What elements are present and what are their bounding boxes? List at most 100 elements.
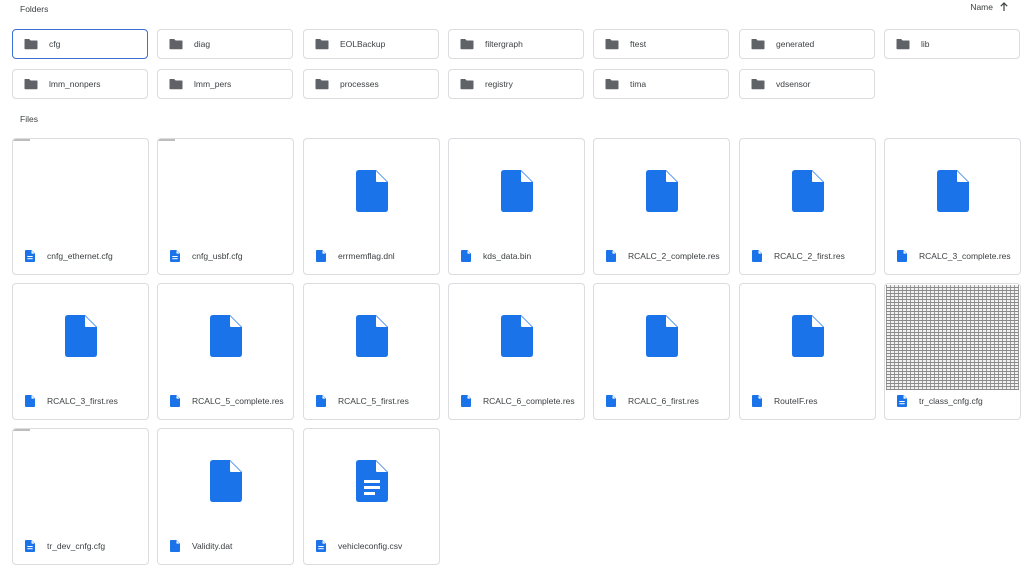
folder-filtergraph[interactable]: filtergraph: [448, 29, 584, 59]
file-name: RCALC_5_first.res: [338, 396, 409, 406]
file-name: tr_class_cnfg.cfg: [919, 396, 983, 406]
file-tile[interactable]: RCALC_6_complete.res: [448, 283, 585, 420]
folder-icon: [315, 39, 329, 50]
file-name-bar: RCALC_2_first.res: [740, 238, 875, 274]
sort-by-name-button[interactable]: Name: [970, 2, 1009, 12]
folder-icon: [460, 39, 474, 50]
file-tile[interactable]: RCALC_2_complete.res: [593, 138, 730, 275]
file-name: RCALC_2_first.res: [774, 251, 845, 261]
file-name: RouteIF.res: [774, 396, 818, 406]
file-icon: [209, 315, 242, 357]
folder-label: tima: [630, 79, 647, 89]
doc-lines-icon: [170, 250, 180, 262]
folder-label: cfg: [49, 39, 61, 49]
file-tile[interactable]: tr_class_cnfg.cfg: [884, 283, 1021, 420]
file-tile[interactable]: kds_data.bin: [448, 138, 585, 275]
file-tile[interactable]: vehicleconfig.csv: [303, 428, 440, 565]
file-tile[interactable]: RouteIF.res: [739, 283, 876, 420]
file-icon: [64, 315, 97, 357]
file-tile[interactable]: RCALC_5_first.res: [303, 283, 440, 420]
file-icon: [645, 170, 678, 212]
folder-label: lib: [921, 39, 930, 49]
file-tile[interactable]: cnfg_usbf.cfg: [157, 138, 294, 275]
file-tile[interactable]: RCALC_3_first.res: [12, 283, 149, 420]
file-name: vehicleconfig.csv: [338, 541, 403, 551]
files-header: Files: [20, 114, 38, 124]
folder-label: ftest: [630, 39, 647, 49]
file-name: RCALC_3_complete.res: [919, 251, 1011, 261]
file-icon: [500, 170, 533, 212]
folder-label: EOLBackup: [340, 39, 386, 49]
file-tile[interactable]: RCALC_5_complete.res: [157, 283, 294, 420]
folder-icon: [751, 39, 765, 50]
folder-diag[interactable]: diag: [157, 29, 293, 59]
file-icon: [897, 250, 907, 262]
folder-icon: [751, 79, 765, 90]
file-icon: [791, 315, 824, 357]
file-tile[interactable]: RCALC_3_complete.res: [884, 138, 1021, 275]
file-name: RCALC_2_complete.res: [628, 251, 720, 261]
folder-icon: [460, 79, 474, 90]
doc-lines-icon: [25, 250, 35, 262]
folder-vdsensor[interactable]: vdsensor: [739, 69, 875, 99]
blank-preview: [158, 139, 175, 141]
arrow-up-icon: [1000, 2, 1008, 11]
folder-icon: [169, 79, 183, 90]
folder-icon: [169, 39, 183, 50]
file-icon: [606, 250, 616, 262]
file-tile[interactable]: Validity.dat: [157, 428, 294, 565]
file-icon: [936, 170, 969, 212]
sort-label: Name: [970, 2, 993, 12]
file-name-bar: RCALC_3_first.res: [13, 383, 148, 419]
doc-lines-icon: [25, 540, 35, 552]
file-tile[interactable]: RCALC_6_first.res: [593, 283, 730, 420]
file-tile[interactable]: errmemflag.dnl: [303, 138, 440, 275]
blank-preview: [13, 429, 30, 431]
file-name-bar: RCALC_2_complete.res: [594, 238, 729, 274]
file-icon: [170, 395, 180, 407]
folder-icon: [605, 39, 619, 50]
file-name-bar: RCALC_6_first.res: [594, 383, 729, 419]
file-name: cnfg_ethernet.cfg: [47, 251, 113, 261]
file-name-bar: RCALC_6_complete.res: [449, 383, 584, 419]
blank-preview: [13, 139, 30, 141]
file-name: errmemflag.dnl: [338, 251, 395, 261]
folder-label: lmm_nonpers: [49, 79, 101, 89]
file-icon: [606, 395, 616, 407]
folder-icon: [896, 39, 910, 50]
folder-label: vdsensor: [776, 79, 811, 89]
doc-lines-icon: [316, 540, 326, 552]
spreadsheet-file-icon: [355, 460, 388, 502]
folder-processes[interactable]: processes: [303, 69, 439, 99]
file-tile[interactable]: RCALC_2_first.res: [739, 138, 876, 275]
folder-label: generated: [776, 39, 815, 49]
folder-ftest[interactable]: ftest: [593, 29, 729, 59]
file-tile[interactable]: tr_dev_cnfg.cfg: [12, 428, 149, 565]
file-icon: [791, 170, 824, 212]
folder-registry[interactable]: registry: [448, 69, 584, 99]
file-name-bar: RCALC_5_first.res: [304, 383, 439, 419]
file-icon: [461, 395, 471, 407]
folder-lmm_pers[interactable]: lmm_pers: [157, 69, 293, 99]
file-name-bar: cnfg_usbf.cfg: [158, 238, 293, 274]
folder-lmm_nonpers[interactable]: lmm_nonpers: [12, 69, 148, 99]
file-name-bar: errmemflag.dnl: [304, 238, 439, 274]
folder-icon: [605, 79, 619, 90]
folder-eolbackup[interactable]: EOLBackup: [303, 29, 439, 59]
file-tile[interactable]: cnfg_ethernet.cfg: [12, 138, 149, 275]
folder-icon: [24, 39, 38, 50]
folder-cfg[interactable]: cfg: [12, 29, 148, 59]
file-icon: [752, 395, 762, 407]
file-icon: [500, 315, 533, 357]
file-icon: [461, 250, 471, 262]
folder-tima[interactable]: tima: [593, 69, 729, 99]
file-icon: [355, 315, 388, 357]
folder-label: filtergraph: [485, 39, 523, 49]
folder-icon: [24, 79, 38, 90]
file-name: RCALC_3_first.res: [47, 396, 118, 406]
file-name: RCALC_5_complete.res: [192, 396, 284, 406]
folder-generated[interactable]: generated: [739, 29, 875, 59]
folder-icon: [315, 79, 329, 90]
file-name-bar: Validity.dat: [158, 528, 293, 564]
folder-lib[interactable]: lib: [884, 29, 1020, 59]
